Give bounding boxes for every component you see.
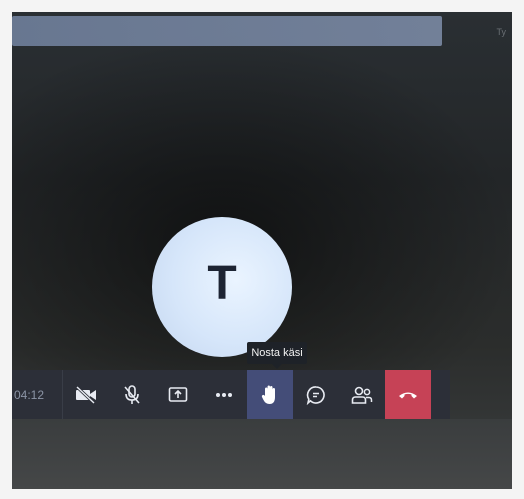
camera-off-icon xyxy=(75,385,96,404)
meeting-screen: Ty T Nosta käsi 04:12 xyxy=(12,12,512,489)
call-timer: 04:12 xyxy=(12,370,63,419)
raise-hand-tooltip: Nosta käsi xyxy=(247,342,307,369)
raise-hand-button[interactable] xyxy=(247,370,293,419)
more-options-button[interactable] xyxy=(201,370,247,419)
mic-off-icon xyxy=(124,384,140,404)
participants-button[interactable] xyxy=(339,370,385,419)
raise-hand-icon xyxy=(261,385,275,404)
top-notification-banner xyxy=(12,16,442,46)
top-right-label: Ty xyxy=(496,27,506,37)
call-toolbar: 04:12 xyxy=(12,370,450,419)
camera-toggle-button[interactable] xyxy=(63,370,109,419)
hang-up-icon xyxy=(399,392,417,398)
participant-avatar: T xyxy=(152,217,292,357)
avatar-initial: T xyxy=(207,256,237,310)
chat-button[interactable] xyxy=(293,370,339,419)
more-options-icon xyxy=(216,392,232,397)
chat-icon xyxy=(306,385,325,405)
share-screen-button[interactable] xyxy=(155,370,201,419)
stage-bottom xyxy=(12,419,512,489)
participants-icon xyxy=(351,386,373,404)
microphone-toggle-button[interactable] xyxy=(109,370,155,419)
share-screen-icon xyxy=(168,386,188,402)
hang-up-button[interactable] xyxy=(385,370,431,419)
